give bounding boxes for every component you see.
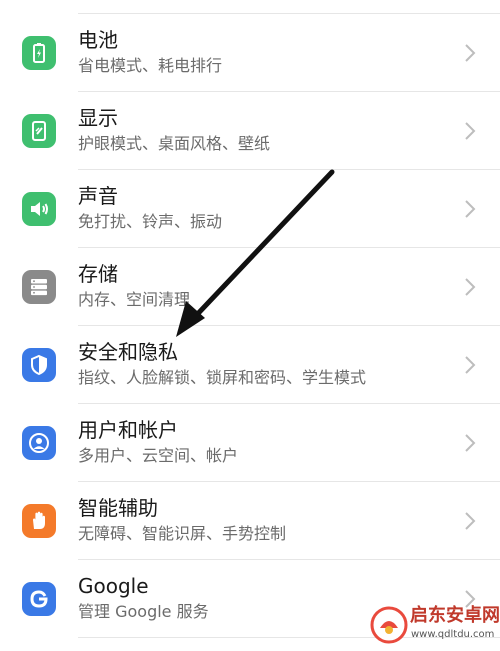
settings-item-security[interactable]: 安全和隐私 指纹、人脸解锁、锁屏和密码、学生模式 bbox=[0, 326, 500, 404]
chevron-right-icon bbox=[464, 511, 476, 531]
google-g-icon bbox=[22, 582, 56, 616]
watermark-url: www.qdltdu.com bbox=[411, 629, 495, 640]
battery-icon bbox=[22, 36, 56, 70]
settings-item-subtitle: 免打扰、铃声、振动 bbox=[78, 212, 223, 231]
settings-item-subtitle: 指纹、人脸解锁、锁屏和密码、学生模式 bbox=[78, 368, 367, 387]
settings-screen: 电池 省电模式、耗电排行 显示 护眼模式、桌面风格、壁纸 声音 免打扰、铃声、振… bbox=[0, 0, 500, 651]
settings-item-storage[interactable]: 存储 内存、空间清理 bbox=[0, 248, 500, 326]
settings-item-title: 智能辅助 bbox=[78, 496, 158, 520]
user-icon bbox=[22, 426, 56, 460]
settings-item-title: 安全和隐私 bbox=[78, 340, 178, 364]
settings-item-display[interactable]: 显示 护眼模式、桌面风格、壁纸 bbox=[0, 92, 500, 170]
speaker-icon bbox=[22, 192, 56, 226]
settings-item-subtitle: 多用户、云空间、帐户 bbox=[78, 446, 239, 465]
settings-item-subtitle: 管理 Google 服务 bbox=[78, 602, 209, 621]
settings-item-subtitle: 护眼模式、桌面风格、壁纸 bbox=[78, 134, 271, 153]
chevron-right-icon bbox=[464, 43, 476, 63]
settings-item-title: 存储 bbox=[78, 262, 118, 286]
settings-list: 电池 省电模式、耗电排行 显示 护眼模式、桌面风格、壁纸 声音 免打扰、铃声、振… bbox=[0, 14, 500, 638]
shield-icon bbox=[22, 348, 56, 382]
watermark-title: 启东安卓网 bbox=[410, 605, 500, 626]
watermark-logo-icon bbox=[370, 606, 408, 644]
chevron-right-icon bbox=[464, 433, 476, 453]
settings-item-sound[interactable]: 声音 免打扰、铃声、振动 bbox=[0, 170, 500, 248]
settings-item-title: 声音 bbox=[78, 184, 118, 208]
display-icon bbox=[22, 114, 56, 148]
hand-icon bbox=[22, 504, 56, 538]
chevron-right-icon bbox=[464, 121, 476, 141]
settings-item-subtitle: 内存、空间清理 bbox=[78, 290, 191, 309]
settings-item-users[interactable]: 用户和帐户 多用户、云空间、帐户 bbox=[0, 404, 500, 482]
settings-item-title: 电池 bbox=[78, 28, 118, 52]
settings-item-battery[interactable]: 电池 省电模式、耗电排行 bbox=[0, 14, 500, 92]
settings-item-title: 用户和帐户 bbox=[78, 418, 178, 442]
settings-item-accessibility[interactable]: 智能辅助 无障碍、智能识屏、手势控制 bbox=[0, 482, 500, 560]
watermark: 启东安卓网 www.qdltdu.com bbox=[370, 603, 500, 647]
storage-icon bbox=[22, 270, 56, 304]
chevron-right-icon bbox=[464, 199, 476, 219]
chevron-right-icon bbox=[464, 355, 476, 375]
settings-item-title: Google bbox=[78, 574, 149, 598]
chevron-right-icon bbox=[464, 277, 476, 297]
settings-item-subtitle: 省电模式、耗电排行 bbox=[78, 56, 223, 75]
settings-item-subtitle: 无障碍、智能识屏、手势控制 bbox=[78, 524, 287, 543]
settings-item-title: 显示 bbox=[78, 106, 118, 130]
